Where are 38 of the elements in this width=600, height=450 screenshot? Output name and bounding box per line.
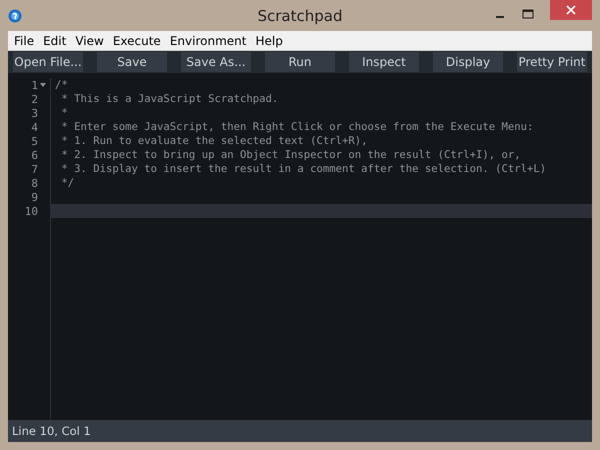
close-button[interactable] xyxy=(550,0,592,20)
line-number: 2 xyxy=(31,92,38,106)
line-number: 8 xyxy=(31,176,38,190)
toolbar-button[interactable]: Save xyxy=(97,52,167,72)
code-line: * 3. Display to insert the result in a comment after the selection. (Ctrl+L) xyxy=(60,163,546,175)
line-number: 10 xyxy=(24,204,38,218)
code-line: * xyxy=(60,107,68,119)
menu-item[interactable]: Help xyxy=(255,34,283,48)
window-title: Scratchpad xyxy=(258,6,342,24)
toolbar-button[interactable]: Pretty Print xyxy=(517,52,587,72)
code-line: * This is a JavaScript Scratchpad. xyxy=(60,93,278,105)
code-line: /* xyxy=(55,79,68,91)
line-number: 9 xyxy=(31,190,38,204)
maximize-icon[interactable] xyxy=(522,9,534,19)
toolbar-button[interactable]: Open File... xyxy=(13,52,83,72)
menu-item[interactable]: Environment xyxy=(170,34,246,48)
code-line: * 1. Run to evaluate the selected text (Ctrl+R), xyxy=(60,135,368,147)
code-line: */ xyxy=(60,177,74,189)
menu-item[interactable]: Execute xyxy=(112,34,161,48)
menu-item[interactable]: View xyxy=(75,34,104,48)
close-icon xyxy=(566,5,576,15)
toolbar-button[interactable]: Inspect xyxy=(349,52,419,72)
toolbar-button[interactable]: Display xyxy=(433,52,503,72)
line-number: 3 xyxy=(31,106,38,120)
fold-arrow-icon[interactable] xyxy=(40,83,46,87)
code-line: * 2. Inspect to bring up an Object Inspector on the result (Ctrl+I), or, xyxy=(60,149,521,161)
line-number: 5 xyxy=(31,134,38,148)
menu-item[interactable]: File xyxy=(14,34,34,48)
line-number: 4 xyxy=(31,120,38,134)
globe-icon xyxy=(8,8,22,22)
toolbar-button[interactable]: Run xyxy=(265,52,335,72)
cursor-position: Line 10, Col 1 xyxy=(12,424,91,438)
code-line: * Enter some JavaScript, then Right Click or choose from the Execute Menu: xyxy=(60,121,534,133)
menu-item[interactable]: Edit xyxy=(43,34,66,48)
line-number: 1 xyxy=(31,78,38,92)
line-number: 6 xyxy=(31,148,38,162)
line-number: 7 xyxy=(31,162,38,176)
toolbar-button[interactable]: Save As... xyxy=(181,52,251,72)
